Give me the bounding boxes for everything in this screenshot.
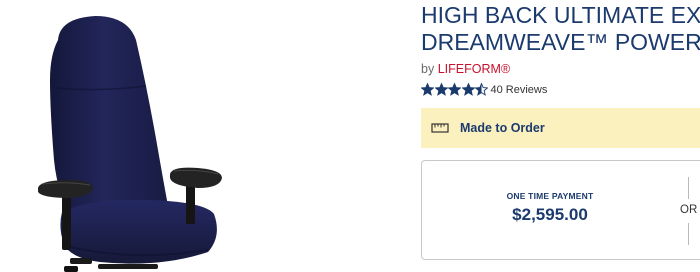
reviews-link[interactable]: 40 Reviews [491,84,548,96]
brand-byline: by LIFEFORM® [421,62,510,76]
availability-banner: Made to Order [421,108,700,148]
divider [688,177,689,199]
product-image[interactable] [0,0,400,272]
one-time-payment-label: ONE TIME PAYMENT [506,191,594,201]
payment-options: ONE TIME PAYMENT $2,595.00 OR [421,160,700,260]
availability-text: Made to Order [460,121,545,135]
rating-summary[interactable]: 40 Reviews [421,83,547,96]
or-label: OR [680,204,698,216]
product-title: HIGH BACK ULTIMATE EXECUTIVE CHAIR DREAM… [421,2,700,56]
star-full-icon [448,83,461,96]
divider [688,223,689,245]
star-full-icon [421,83,434,96]
by-label: by [421,62,435,76]
one-time-payment-price: $2,595.00 [512,205,588,224]
product-title-line-1: HIGH BACK ULTIMATE EXECUTIVE CHAIR [421,2,700,28]
office-chair-image [38,16,222,272]
star-rating [421,83,489,96]
product-title-line-2: DREAMWEAVE™ POWERPLAY [421,29,700,55]
star-full-icon [461,83,475,96]
brand-link[interactable]: LIFEFORM® [438,62,510,76]
star-half-icon [475,83,488,96]
ruler-icon [431,123,449,133]
one-time-payment-option[interactable]: ONE TIME PAYMENT $2,595.00 [422,191,678,225]
star-full-icon [434,83,448,96]
